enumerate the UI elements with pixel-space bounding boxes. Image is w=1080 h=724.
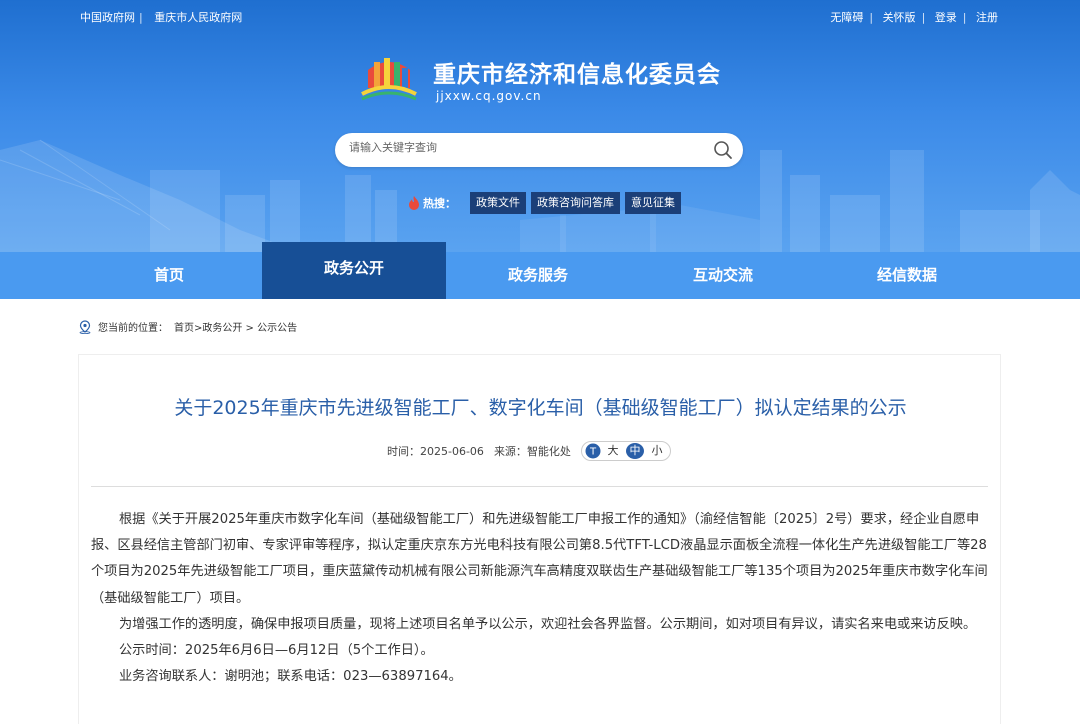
link-cq-gov[interactable]: 重庆市人民政府网 bbox=[154, 11, 242, 24]
separator: | bbox=[921, 11, 926, 24]
hot-tag-policy-qa[interactable]: 政策咨询问答库 bbox=[531, 192, 620, 214]
hot-tag-policy-docs[interactable]: 政策文件 bbox=[470, 192, 526, 214]
article-source: 智能化处 bbox=[526, 445, 571, 458]
main-nav: 首页 政务公开 政务服务 互动交流 经信数据 bbox=[0, 242, 1080, 299]
search-box bbox=[335, 133, 743, 167]
link-register[interactable]: 注册 bbox=[976, 11, 998, 24]
separator: | bbox=[962, 11, 967, 24]
link-gov-cn[interactable]: 中国政府网 bbox=[80, 11, 135, 24]
article-paragraph: 根据《关于开展2025年重庆市数字化车间（基础级智能工厂）和先进级智能工厂申报工… bbox=[91, 512, 988, 606]
font-size-medium[interactable]: 中 bbox=[625, 443, 644, 459]
nav-gov-services[interactable]: 政务服务 bbox=[446, 252, 630, 299]
search-input[interactable] bbox=[349, 141, 689, 154]
nav-data[interactable]: 经信数据 bbox=[815, 252, 999, 299]
city-skyline-illustration bbox=[0, 139, 1080, 252]
article-meta: 时间： 2025-06-06 来源： 智能化处 T 大 中 小 bbox=[387, 441, 671, 461]
divider bbox=[91, 486, 988, 487]
header-banner: 中国政府网 | 重庆市人民政府网 无障碍 | 关怀版 | 登录 | 注册 重庆市经济和信… bbox=[0, 0, 1080, 252]
article-paragraph: 公示时间：2025年6月6日—6月12日（5个工作日）。 bbox=[119, 643, 434, 659]
site-logo-icon[interactable] bbox=[360, 50, 418, 102]
nav-gov-affairs-open[interactable]: 政务公开 bbox=[262, 242, 446, 299]
article-body: 根据《关于开展2025年重庆市数字化车间（基础级智能工厂）和先进级智能工厂申报工… bbox=[91, 507, 991, 690]
article-paragraph: 业务咨询联系人：谢明池；联系电话：023—63897164。 bbox=[119, 669, 462, 685]
article-paragraph: 为增强工作的透明度，确保申报项目质量，现将上述项目名单予以公示，欢迎社会各界监督… bbox=[119, 616, 977, 632]
separator: | bbox=[139, 11, 143, 24]
site-domain: jjxxw.cq.gov.cn bbox=[436, 89, 542, 103]
fire-icon bbox=[409, 196, 419, 210]
hot-tag-opinion[interactable]: 意见征集 bbox=[625, 192, 681, 214]
font-size-switcher: T 大 中 小 bbox=[580, 441, 671, 461]
font-size-large[interactable]: 大 bbox=[604, 443, 622, 459]
font-size-small[interactable]: 小 bbox=[648, 443, 666, 459]
separator: | bbox=[869, 11, 874, 24]
nav-interaction[interactable]: 互动交流 bbox=[631, 252, 815, 299]
breadcrumb-prefix: 您当前的位置： bbox=[98, 323, 168, 334]
hot-search-label: 热搜： bbox=[423, 197, 456, 210]
time-label: 时间： bbox=[387, 445, 420, 458]
svg-text:T: T bbox=[589, 447, 597, 458]
link-accessibility[interactable]: 无障碍 bbox=[830, 11, 863, 24]
font-size-icon: T bbox=[585, 443, 601, 459]
top-links-left: 中国政府网 | 重庆市人民政府网 bbox=[80, 9, 246, 25]
breadcrumb: 您当前的位置： 首页>政务公开 > 公示公告 bbox=[78, 319, 297, 334]
nav-home[interactable]: 首页 bbox=[77, 252, 261, 299]
article-title: 关于2025年重庆市先进级智能工厂、数字化车间（基础级智能工厂）拟认定结果的公示 bbox=[174, 397, 907, 419]
top-links-right: 无障碍 | 关怀版 | 登录 | 注册 bbox=[824, 9, 998, 25]
source-label: 来源： bbox=[493, 445, 527, 458]
location-icon bbox=[79, 319, 91, 334]
site-title: 重庆市经济和信息化委员会 bbox=[433, 62, 721, 88]
link-login[interactable]: 登录 bbox=[935, 11, 957, 24]
breadcrumb-path[interactable]: 首页>政务公开 > 公示公告 bbox=[174, 319, 297, 334]
search-icon[interactable] bbox=[713, 140, 733, 160]
publish-time: 2025-06-06 bbox=[420, 444, 484, 458]
article-panel: 关于2025年重庆市先进级智能工厂、数字化车间（基础级智能工厂）拟认定结果的公示… bbox=[78, 354, 1001, 724]
hot-search-bar: 热搜： 政策文件 政策咨询问答库 意见征集 bbox=[408, 192, 686, 214]
link-care-version[interactable]: 关怀版 bbox=[883, 11, 916, 24]
